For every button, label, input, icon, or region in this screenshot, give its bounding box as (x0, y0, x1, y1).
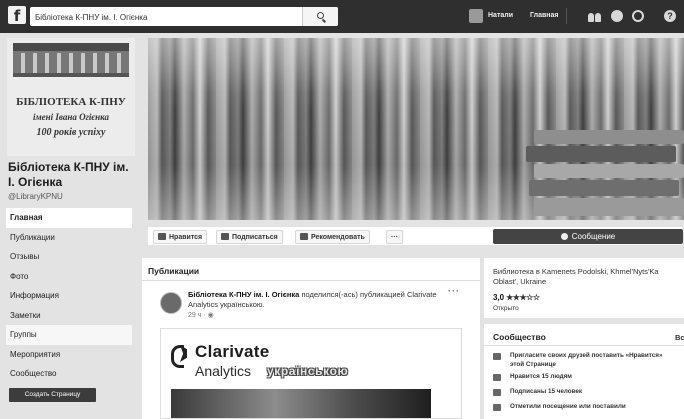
community-section: Сообщество Вс Пригласите своих друзей по… (484, 324, 684, 419)
sidebar-item-groups[interactable]: Группы (6, 325, 132, 345)
community-see-all-link[interactable]: Вс (675, 333, 684, 342)
page-handle[interactable]: @LibraryKPNU (8, 192, 63, 201)
message-icon (560, 233, 568, 240)
rss-icon (221, 233, 229, 240)
search-input[interactable] (30, 8, 300, 27)
followers-count-row: Подписаны 15 человек (493, 388, 678, 397)
sidebar-item-home[interactable]: Главная (6, 208, 132, 228)
sidebar-item-notes[interactable]: Заметки (6, 306, 132, 326)
card-photo (171, 389, 431, 418)
notifications-icon[interactable] (632, 10, 644, 22)
home-link[interactable]: Главная (530, 12, 558, 19)
rss-icon (493, 389, 501, 396)
like-button[interactable]: Нравится (153, 230, 208, 244)
top-navigation-bar: f Натали Главная ? (0, 0, 684, 33)
post-options-button[interactable]: ··· (448, 286, 460, 296)
profile-picture-title: БІБЛІОТЕКА К-ПНУ (16, 96, 126, 108)
more-actions-button[interactable]: ··· (386, 230, 403, 244)
invite-friends-row[interactable]: Пригласите своих друзей поставить «Нрави… (493, 352, 678, 369)
follow-button[interactable]: Подписаться (216, 230, 283, 244)
sidebar-item-reviews[interactable]: Отзывы (6, 247, 132, 267)
create-page-button[interactable]: Создать Страницу (9, 388, 96, 402)
posts-heading: Публикации (148, 266, 200, 276)
user-avatar[interactable] (469, 9, 483, 23)
post-author-avatar[interactable] (160, 292, 182, 314)
library-building-image (13, 43, 129, 77)
search-button[interactable] (302, 7, 338, 26)
sidebar-item-events[interactable]: Мероприятия (6, 345, 132, 365)
profile-picture[interactable]: БІБЛІОТЕКА К-ПНУ імені Івана Огієнка 100… (7, 38, 135, 156)
sidebar-item-posts[interactable]: Публикации (6, 228, 132, 248)
page-location: Библиотека в Kamenets Podolski, Khmel'Ny… (493, 267, 659, 286)
card-language-label: українською (267, 364, 349, 378)
page-sidebar-nav: Главная Публикации Отзывы Фото Информаци… (6, 208, 132, 384)
posts-section: Публикации Бібліотека К-ПНУ ім. І. Огієн… (142, 258, 480, 419)
like-icon (158, 233, 166, 240)
search-icon (317, 12, 324, 19)
topbar-divider (566, 8, 567, 24)
send-message-button[interactable]: Сообщение (493, 229, 683, 244)
messages-icon[interactable] (611, 10, 623, 22)
page-title: Бібліотека К-ПНУ ім. І. Огієнка (8, 160, 129, 189)
shared-post-card[interactable]: Clarivate Analytics українською (160, 328, 462, 419)
invite-icon (493, 353, 501, 360)
checkin-icon (493, 404, 501, 411)
post-timestamp[interactable]: 29 ч · ◉ (188, 311, 214, 319)
open-status: Открыто (493, 305, 519, 312)
friends-icon[interactable] (588, 10, 602, 22)
card-brand: Clarivate (195, 342, 270, 361)
profile-picture-slogan: 100 років успіху (36, 127, 106, 138)
globe-icon: ◉ (207, 312, 214, 319)
facebook-logo-icon[interactable]: f (8, 6, 26, 25)
cover-photo[interactable] (148, 38, 684, 220)
user-profile-link[interactable]: Натали (488, 12, 513, 19)
about-section: Библиотека в Kamenets Podolski, Khmel'Ny… (484, 258, 684, 318)
likes-count-row: Нравится 15 людям (493, 373, 678, 382)
sidebar-item-info[interactable]: Информация (6, 286, 132, 306)
recommend-icon (300, 233, 308, 240)
rating-stars-icon: ★★★☆☆ (506, 293, 540, 302)
search-box (30, 7, 338, 27)
post-header: Бібліотека К-ПНУ ім. І. Огієнка поделилс… (188, 290, 437, 309)
checkins-row: Отметили посещение или поставили (493, 403, 678, 412)
profile-picture-subtitle: імені Івана Огієнка (32, 112, 109, 122)
like-icon (493, 374, 501, 381)
post-author-link[interactable]: Бібліотека К-ПНУ ім. І. Огієнка (188, 290, 299, 299)
page-rating[interactable]: 3,0 ★★★☆☆ (493, 293, 540, 302)
sidebar-item-photos[interactable]: Фото (6, 267, 132, 287)
recommend-button[interactable]: Рекомендовать (295, 230, 370, 244)
card-subtitle: Analytics (195, 363, 252, 379)
community-heading: Сообщество (493, 332, 546, 342)
clarivate-logo-icon (171, 343, 189, 368)
sidebar-item-community[interactable]: Сообщество (6, 364, 132, 384)
help-icon[interactable]: ? (664, 10, 676, 22)
